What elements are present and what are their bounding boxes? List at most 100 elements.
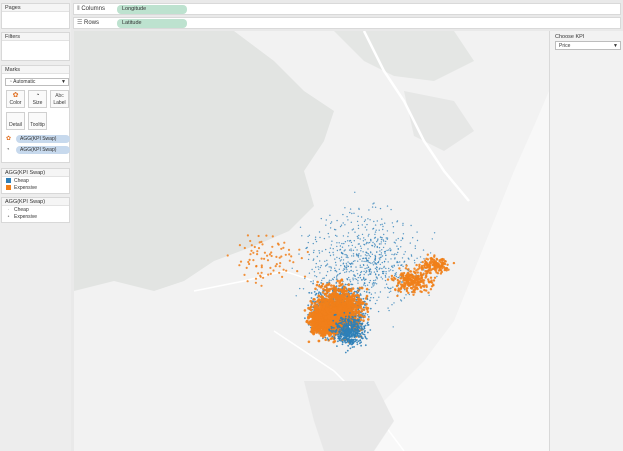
expensive-point — [269, 272, 272, 275]
detail-button[interactable]: Detail — [6, 112, 25, 130]
filters-card[interactable]: Filters — [1, 32, 70, 61]
rows-shelf[interactable]: ☰ Rows Latitude — [73, 17, 621, 29]
mark-type-value: Automatic — [13, 79, 36, 85]
chevron-down-icon: ▼ — [61, 79, 66, 85]
cheap-point — [330, 269, 332, 272]
label-button[interactable]: Abc Label — [50, 90, 69, 108]
size-pill[interactable]: AGG(KPI Swap) — [16, 146, 70, 154]
cheap-point — [382, 246, 385, 249]
cheap-point — [364, 312, 367, 315]
cheap-point — [345, 256, 347, 258]
expensive-point — [252, 259, 255, 262]
cheap-point — [400, 299, 402, 301]
cheap-point — [316, 255, 318, 258]
cheap-point — [389, 269, 392, 271]
expensive-point — [285, 269, 288, 272]
cheap-point — [343, 265, 346, 267]
expensive-point — [319, 298, 322, 302]
cheap-point — [345, 266, 348, 268]
cheap-point — [348, 312, 351, 314]
expensive-point — [279, 262, 282, 265]
expensive-point — [419, 280, 423, 284]
pages-card[interactable]: Pages — [1, 3, 70, 29]
expensive-point — [429, 288, 433, 291]
tooltip-button[interactable]: Tooltip — [28, 112, 47, 130]
cheap-point — [348, 329, 351, 332]
cheap-point — [397, 237, 399, 240]
expensive-point — [335, 303, 339, 307]
cheap-point — [389, 247, 391, 250]
cheap-point — [402, 265, 404, 268]
expensive-point — [340, 312, 343, 316]
cheap-point — [391, 265, 393, 267]
size-legend-item-expensive[interactable]: • Expensive — [6, 214, 37, 221]
color-button[interactable]: ✿ Color — [6, 90, 25, 108]
cheap-point — [341, 319, 343, 321]
cheap-point — [339, 322, 342, 325]
cheap-point — [372, 285, 374, 287]
expensive-point — [248, 258, 251, 261]
expensive-point — [435, 257, 438, 261]
size-legend-item-cheap[interactable]: · Cheap — [6, 207, 29, 214]
expensive-point — [261, 243, 264, 246]
expensive-point — [276, 242, 280, 245]
expensive-point — [312, 321, 316, 324]
cheap-point — [391, 222, 394, 224]
expensive-point — [395, 284, 399, 288]
size-button[interactable]: ◔ Size — [28, 90, 47, 108]
cheap-point — [382, 228, 384, 231]
cheap-point — [433, 232, 436, 234]
cheap-point — [344, 249, 346, 251]
cheap-point — [334, 234, 337, 237]
expensive-point — [418, 263, 421, 266]
legend-item-cheap[interactable]: Cheap — [6, 178, 29, 185]
expensive-point — [358, 301, 362, 305]
cheap-point — [354, 191, 356, 193]
expensive-point — [423, 288, 426, 292]
cheap-point — [401, 264, 403, 266]
columns-shelf[interactable]: ⦀ Columns Longitude — [73, 3, 621, 15]
cheap-point — [374, 206, 377, 208]
kpi-dropdown[interactable]: Price ▼ — [555, 41, 621, 50]
expensive-point — [257, 247, 261, 250]
mark-type-dropdown[interactable]: ◔ Automatic ▼ — [5, 78, 69, 86]
expensive-point — [266, 259, 270, 262]
cheap-point — [366, 260, 368, 262]
expensive-point — [423, 264, 426, 267]
cheap-point — [359, 266, 361, 268]
cheap-point — [347, 344, 350, 347]
cheap-point — [385, 267, 387, 270]
expensive-point — [300, 257, 303, 260]
cheap-point — [335, 264, 337, 266]
expensive-point — [343, 305, 347, 308]
cheap-point — [352, 270, 354, 273]
latitude-pill[interactable]: Latitude — [117, 19, 187, 28]
cheap-point — [334, 270, 336, 272]
cheap-point — [348, 343, 351, 345]
parameter-panel: Choose KPI Price ▼ — [549, 31, 623, 451]
expensive-point — [331, 316, 335, 320]
legend-item-expensive[interactable]: Expensive — [6, 185, 37, 192]
cheap-point — [329, 227, 332, 229]
map-view[interactable] — [74, 31, 549, 451]
cheap-point — [332, 278, 334, 281]
cheap-point — [333, 276, 335, 279]
marks-card-title: Marks — [2, 66, 69, 74]
expensive-point — [444, 260, 447, 263]
cheap-point — [377, 262, 379, 264]
longitude-pill[interactable]: Longitude — [117, 5, 187, 14]
expensive-point — [260, 266, 263, 269]
expensive-point — [254, 281, 257, 284]
color-pill[interactable]: AGG(KPI Swap) — [16, 135, 70, 143]
cheap-point — [355, 326, 358, 328]
cheap-point — [348, 315, 350, 318]
legend-item-label: Cheap — [14, 207, 29, 213]
cheap-point — [369, 279, 371, 282]
expensive-point — [399, 283, 403, 286]
color-legend: AGG(KPI Swap) Cheap Expensive — [1, 168, 70, 194]
cheap-point — [336, 275, 338, 277]
cheap-point — [393, 264, 395, 266]
cheap-point — [345, 262, 347, 265]
expensive-point — [340, 278, 344, 281]
expensive-point — [440, 264, 444, 268]
